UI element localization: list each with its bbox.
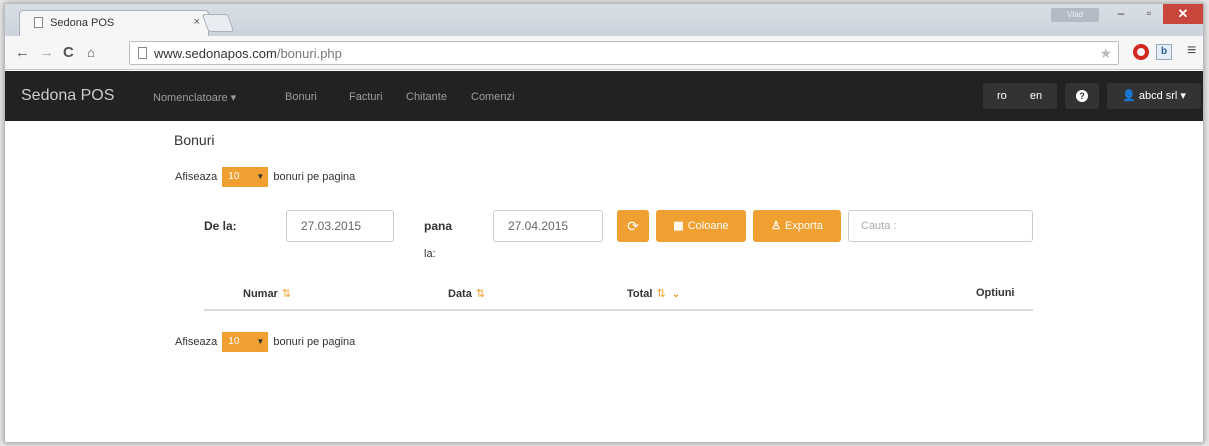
sort-icon: ⇅: [656, 288, 666, 300]
perpage-top: Afiseaza 10 ▼ bonuri pe pagina: [175, 167, 355, 187]
col-data[interactable]: Data ⇅: [448, 287, 485, 300]
from-date-input[interactable]: 27.03.2015: [286, 210, 394, 242]
url-domain: www.sedonapos.com: [154, 46, 277, 61]
browser-menu-icon[interactable]: ≡: [1187, 42, 1196, 60]
perpage-suffix: bonuri pe pagina: [273, 336, 356, 348]
page-icon: [34, 17, 43, 28]
sort-icon: ⇅: [475, 288, 486, 300]
lang-ro[interactable]: ro: [997, 90, 1007, 102]
user-name: abcd srl ▾: [1138, 90, 1186, 102]
refresh-button[interactable]: ⟳: [617, 210, 649, 242]
app-navbar: Sedona POS Nomenclatoare ▾ Bonuri Factur…: [5, 71, 1203, 121]
export-label: Exporta: [784, 220, 823, 232]
perpage-value: 10: [228, 171, 240, 182]
url-path: /bonuri.php: [276, 46, 342, 61]
close-window-button[interactable]: ✕: [1163, 4, 1203, 24]
new-tab-button[interactable]: [201, 14, 235, 32]
nav-bonuri[interactable]: Bonuri: [285, 91, 317, 103]
perpage-value: 10: [228, 336, 240, 347]
page-title: Bonuri: [174, 132, 215, 148]
user-icon: 👤: [1122, 90, 1136, 102]
perpage-select[interactable]: 10 ▼: [222, 167, 269, 187]
col-data-label: Data: [448, 288, 472, 300]
tab-title: Sedona POS: [50, 17, 115, 29]
help-button[interactable]: ?: [1065, 83, 1099, 109]
col-optiuni: Optiuni: [976, 287, 1015, 299]
perpage-prefix: Afiseaza: [175, 336, 218, 348]
extension-icon[interactable]: b: [1156, 44, 1172, 60]
window-controls: Vlad – ▫ ✕: [1051, 4, 1203, 24]
grid-icon: ▦: [673, 220, 684, 232]
tab-strip: Sedona POS × Vlad – ▫ ✕: [5, 4, 1203, 36]
caret-down-icon: ▼: [256, 172, 265, 181]
nav-nomenclatoare[interactable]: Nomenclatoare ▾: [153, 91, 236, 104]
nav-comenzi[interactable]: Comenzi: [471, 91, 514, 103]
lang-en[interactable]: en: [1030, 90, 1042, 102]
from-label: De la:: [204, 219, 237, 233]
to-label-line1: pana: [424, 219, 453, 233]
tab-close-icon[interactable]: ×: [194, 16, 200, 28]
export-button[interactable]: ♙ Exporta: [753, 210, 841, 242]
user-menu[interactable]: 👤 abcd srl ▾: [1107, 83, 1201, 109]
chevron-down-icon: ⌄: [671, 289, 681, 300]
nav-chitante[interactable]: Chitante: [406, 91, 447, 103]
forward-icon[interactable]: →: [39, 44, 54, 61]
language-switcher: ro en: [983, 83, 1057, 109]
sort-icon: ⇅: [281, 288, 292, 300]
col-numar[interactable]: Numar ⇅: [243, 287, 291, 300]
table-header-divider: [204, 309, 1033, 311]
caret-down-icon: ▼: [256, 337, 265, 346]
opera-extension-icon[interactable]: [1133, 44, 1149, 60]
window-user-badge: Vlad: [1051, 8, 1099, 22]
col-numar-label: Numar: [243, 288, 278, 300]
export-user-icon: ♙: [771, 220, 781, 232]
to-date-input[interactable]: 27.04.2015: [493, 210, 603, 242]
address-bar[interactable]: www.sedonapos.com/bonuri.php ★: [129, 41, 1119, 65]
refresh-icon: ⟳: [627, 218, 639, 234]
help-icon: ?: [1076, 90, 1088, 102]
perpage-select[interactable]: 10 ▼: [222, 332, 269, 352]
col-total-label: Total: [627, 288, 653, 300]
minimize-button[interactable]: –: [1107, 4, 1135, 24]
browser-window: Sedona POS × Vlad – ▫ ✕ ← → C ⌂ www.sedo…: [4, 3, 1204, 443]
home-icon[interactable]: ⌂: [87, 45, 95, 60]
columns-label: Coloane: [687, 220, 729, 232]
nav-facturi[interactable]: Facturi: [349, 91, 383, 103]
browser-tab[interactable]: Sedona POS ×: [19, 10, 209, 36]
browser-toolbar: ← → C ⌂ www.sedonapos.com/bonuri.php ★ b…: [5, 36, 1203, 70]
columns-button[interactable]: ▦ Coloane: [656, 210, 746, 242]
perpage-suffix: bonuri pe pagina: [273, 171, 356, 183]
page-icon: [138, 47, 147, 59]
perpage-prefix: Afiseaza: [175, 171, 218, 183]
back-icon[interactable]: ←: [15, 44, 30, 61]
perpage-bottom: Afiseaza 10 ▼ bonuri pe pagina: [175, 332, 355, 352]
bookmark-star-icon[interactable]: ★: [1099, 45, 1112, 62]
reload-icon[interactable]: C: [63, 44, 74, 61]
search-input[interactable]: Cauta :: [848, 210, 1033, 242]
restore-button[interactable]: ▫: [1135, 4, 1163, 24]
to-label-line2: la:: [424, 248, 436, 260]
brand[interactable]: Sedona POS: [21, 87, 114, 105]
col-total[interactable]: Total ⇅ ⌄: [627, 287, 680, 300]
